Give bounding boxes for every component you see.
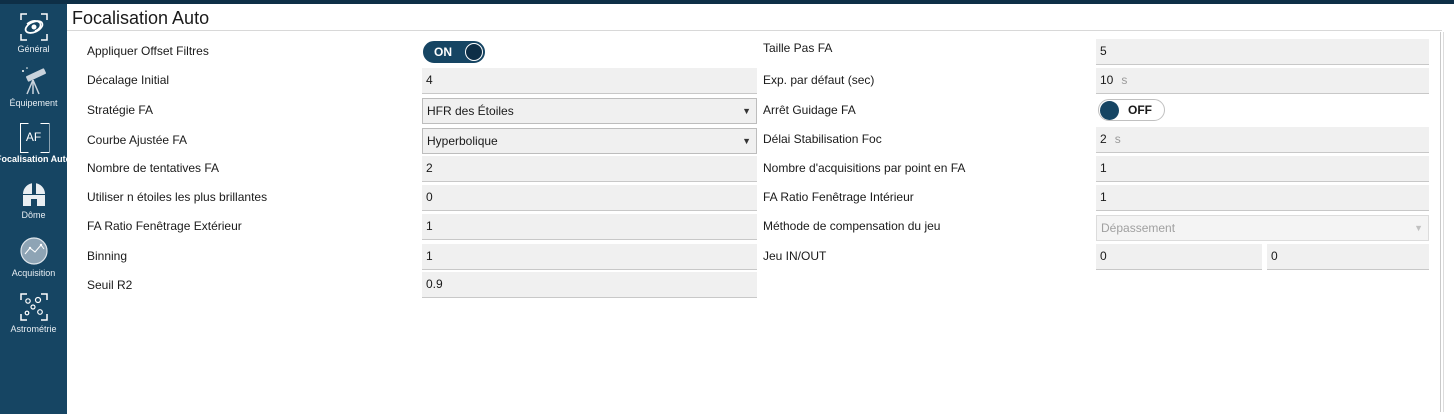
af-icon: AF [19, 122, 49, 152]
step-size-input[interactable]: 5 [1096, 39, 1429, 65]
sidebar-item-label: Astrométrie [10, 324, 57, 334]
outer-crop-label: FA Ratio Fenêtrage Extérieur [87, 219, 242, 233]
observatory-dome-icon [22, 183, 45, 206]
sidebar-item-label: Acquisition [11, 268, 56, 278]
title-divider [67, 30, 1442, 31]
r2-threshold-label: Seuil R2 [87, 278, 133, 292]
scrollbar-track[interactable] [1440, 32, 1441, 412]
outer-crop-input[interactable]: 1 [422, 214, 757, 240]
fitted-curve-label: Courbe Ajustée FA [87, 133, 188, 147]
frames-per-point-label: Nombre d'acquisitions par point en FA [763, 161, 966, 175]
default-exposure-label: Exp. par défaut (sec) [763, 73, 875, 87]
sidebar-item-label: Général [17, 44, 50, 54]
use-brightest-input[interactable]: 0 [422, 185, 757, 211]
chevron-down-icon: ▼ [742, 106, 751, 116]
af-strategy-label: Stratégie FA [87, 103, 154, 117]
sidebar: Général Équipement AF Focalisation Auto … [0, 4, 72, 414]
sidebar-item-label: Dôme [21, 210, 46, 220]
star-field-icon [19, 293, 48, 321]
sidebar-item-platesolve[interactable]: Astrométrie [0, 292, 67, 344]
toggle-state: ON [434, 45, 452, 59]
disable-guiding-label: Arrêt Guidage FA [763, 103, 856, 117]
sky-chart-icon [19, 237, 48, 265]
unit-seconds: s [1121, 73, 1128, 87]
chevron-down-icon: ▼ [742, 136, 751, 146]
focuser-settle-value: 2 [1100, 132, 1107, 146]
telescope-icon [21, 67, 46, 95]
sidebar-item-label: Équipement [9, 98, 58, 108]
step-size-label: Taille Pas FA [763, 41, 833, 55]
scrollbar-edge [1443, 32, 1444, 412]
attempts-input[interactable]: 2 [422, 156, 757, 182]
apply-filter-offsets-toggle[interactable]: ON [423, 41, 485, 63]
main-panel: Focalisation Auto Appliquer Offset Filtr… [67, 4, 1454, 414]
initial-offset-label: Décalage Initial [87, 73, 170, 87]
sidebar-item-label: Focalisation Auto [0, 154, 72, 164]
inner-crop-label: FA Ratio Fenêtrage Intérieur [763, 190, 914, 204]
initial-offset-input[interactable]: 4 [422, 68, 757, 94]
page-title: Focalisation Auto [72, 8, 210, 28]
toggle-knob [1100, 101, 1119, 120]
backlash-in-out-label: Jeu IN/OUT [763, 249, 827, 263]
binning-label: Binning [87, 249, 128, 263]
inner-crop-input[interactable]: 1 [1096, 185, 1429, 211]
use-brightest-label: Utiliser n étoiles les plus brillantes [87, 190, 268, 204]
sidebar-item-general[interactable]: Général [0, 12, 67, 64]
backlash-in-input[interactable]: 0 [1096, 244, 1262, 270]
default-exposure-input[interactable]: 10 s [1096, 68, 1429, 94]
toggle-state: OFF [1128, 103, 1152, 117]
focuser-settle-input[interactable]: 2s [1096, 127, 1429, 153]
attempts-label: Nombre de tentatives FA [87, 161, 220, 175]
galaxy-icon [19, 13, 48, 41]
backlash-method-select[interactable]: Dépassement ▼ [1096, 215, 1429, 241]
disable-guiding-toggle[interactable]: OFF [1098, 99, 1165, 121]
chevron-down-icon: ▼ [1414, 223, 1423, 233]
frames-per-point-input[interactable]: 1 [1096, 156, 1429, 182]
fitted-curve-value: Hyperbolique [427, 134, 498, 148]
af-strategy-value: HFR des Étoiles [427, 104, 514, 118]
af-icon-text: AF [25, 130, 42, 144]
toggle-knob [465, 43, 483, 61]
backlash-method-label: Méthode de compensation du jeu [763, 219, 941, 233]
sidebar-item-equipment[interactable]: Équipement [0, 66, 67, 118]
r2-threshold-input[interactable]: 0.9 [422, 272, 757, 298]
default-exposure-value: 10 [1100, 73, 1114, 87]
unit-seconds: s [1114, 132, 1121, 146]
focuser-settle-label: Délai Stabilisation Foc [763, 132, 882, 146]
backlash-method-value: Dépassement [1101, 221, 1176, 235]
sidebar-item-autofocus[interactable]: AF Focalisation Auto [0, 122, 72, 174]
sidebar-item-dome[interactable]: Dôme [0, 178, 67, 230]
sidebar-item-acquisition[interactable]: Acquisition [0, 236, 67, 288]
backlash-out-input[interactable]: 0 [1267, 244, 1429, 270]
binning-input[interactable]: 1 [422, 244, 757, 270]
af-strategy-select[interactable]: HFR des Étoiles ▼ [422, 98, 757, 124]
apply-filter-offsets-label: Appliquer Offset Filtres [87, 44, 209, 58]
fitted-curve-select[interactable]: Hyperbolique ▼ [422, 128, 757, 154]
